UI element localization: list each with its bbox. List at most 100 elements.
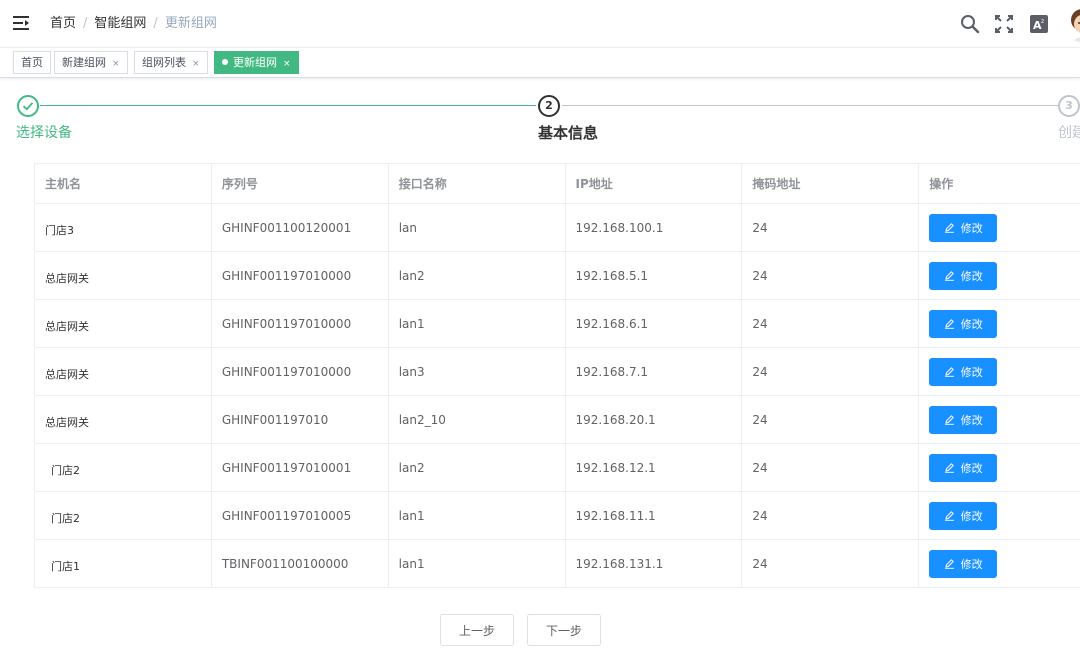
navbar: 首页 / 智能组网 / 更新组网 Az	[0, 0, 1080, 48]
step-2-icon: 2	[538, 95, 560, 117]
cell-action: 修改	[919, 540, 1080, 587]
cell-action: 修改	[919, 348, 1080, 395]
cell-ip: 192.168.12.1	[566, 444, 743, 491]
cell-hostname: 总店网关	[35, 300, 212, 347]
edit-icon	[944, 511, 954, 521]
tag-network-list[interactable]: 组网列表 ×	[134, 51, 208, 74]
edit-button[interactable]: 修改	[929, 213, 998, 242]
active-dot-icon	[222, 59, 228, 65]
edit-icon	[944, 271, 954, 281]
cell-hostname: 门店1	[35, 540, 212, 587]
table-row: 门店1 TBINF001100100000 lan1 192.168.131.1 24 修…	[35, 540, 1080, 588]
edit-button[interactable]: 修改	[929, 405, 998, 434]
edit-button-label: 修改	[960, 269, 983, 283]
table-row: 门店3 GHINF001100120001 lan 192.168.100.1 24 修改	[35, 204, 1080, 252]
edit-button-label: 修改	[960, 317, 983, 331]
edit-icon	[944, 415, 954, 425]
table-row: 总店网关 GHINF001197010000 lan2 192.168.5.1 24 修改	[35, 252, 1080, 300]
edit-button[interactable]: 修改	[929, 261, 998, 290]
cell-mask: 24	[742, 444, 920, 491]
edit-button[interactable]: 修改	[929, 357, 998, 386]
cell-mask: 24	[742, 492, 920, 539]
user-avatar[interactable]	[1064, 6, 1080, 42]
table-row: 门店2 GHINF001197010001 lan2 192.168.12.1 24 修改	[35, 444, 1080, 492]
cell-ip: 192.168.6.1	[566, 300, 743, 347]
step-line-1	[40, 105, 536, 106]
breadcrumb-home[interactable]: 首页	[50, 16, 76, 31]
step-line-2	[562, 105, 1058, 106]
svg-text:z: z	[1041, 18, 1044, 25]
cell-action: 修改	[919, 492, 1080, 539]
close-icon[interactable]: ×	[283, 59, 291, 69]
col-interface: 接口名称	[389, 164, 566, 203]
cell-ip: 192.168.131.1	[566, 540, 743, 587]
cell-serial: GHINF001197010001	[212, 444, 389, 491]
font-size-icon[interactable]: Az	[1029, 14, 1049, 34]
edit-button-label: 修改	[960, 461, 983, 475]
table-row: 总店网关 GHINF001197010000 lan3 192.168.7.1 24 修改	[35, 348, 1080, 396]
tag-create-network[interactable]: 新建组网 ×	[54, 51, 128, 74]
edit-button[interactable]: 修改	[929, 501, 998, 530]
cell-serial: GHINF001197010005	[212, 492, 389, 539]
edit-button[interactable]: 修改	[929, 549, 998, 578]
tag-home[interactable]: 首页	[13, 51, 51, 74]
edit-button-label: 修改	[960, 365, 983, 379]
prev-step-button[interactable]: 上一步	[440, 614, 514, 646]
edit-button-label: 修改	[960, 221, 983, 235]
cell-hostname: 门店3	[35, 204, 212, 251]
cell-action: 修改	[919, 444, 1080, 491]
tag-update-network[interactable]: 更新组网 ×	[214, 51, 299, 74]
cell-interface: lan1	[389, 492, 566, 539]
cell-serial: TBINF001100100000	[212, 540, 389, 587]
step-1-icon	[17, 95, 39, 117]
cell-mask: 24	[742, 252, 920, 299]
cell-hostname: 总店网关	[35, 396, 212, 443]
hamburger-icon[interactable]	[13, 16, 29, 30]
cell-serial: GHINF001100120001	[212, 204, 389, 251]
edit-icon	[944, 223, 954, 233]
step-2-title: 基本信息	[538, 124, 599, 142]
cell-serial: GHINF001197010000	[212, 252, 389, 299]
cell-serial: GHINF001197010	[212, 396, 389, 443]
col-mask: 掩码地址	[742, 164, 920, 203]
table-row: 总店网关 GHINF001197010000 lan1 192.168.6.1 24 修改	[35, 300, 1080, 348]
edit-icon	[944, 319, 954, 329]
cell-mask: 24	[742, 204, 920, 251]
edit-button-label: 修改	[960, 413, 983, 427]
edit-button[interactable]: 修改	[929, 453, 998, 482]
table-body: 门店3 GHINF001100120001 lan 192.168.100.1 24 修改…	[35, 204, 1080, 588]
cell-interface: lan2_10	[389, 396, 566, 443]
table-header: 主机名 序列号 接口名称 IP地址 掩码地址 操作	[35, 164, 1080, 204]
cell-action: 修改	[919, 252, 1080, 299]
edit-icon	[944, 367, 954, 377]
table-row: 总店网关 GHINF001197010 lan2_10 192.168.20.1 24 修…	[35, 396, 1080, 444]
cell-serial: GHINF001197010000	[212, 300, 389, 347]
step-1-title: 选择设备	[16, 125, 72, 141]
cell-ip: 192.168.11.1	[566, 492, 743, 539]
col-action: 操作	[919, 164, 1080, 203]
breadcrumb: 首页 / 智能组网 / 更新组网	[50, 16, 217, 31]
cell-action: 修改	[919, 300, 1080, 347]
close-icon[interactable]: ×	[192, 59, 200, 69]
network-table: 主机名 序列号 接口名称 IP地址 掩码地址 操作 门店3 GHINF001100…	[34, 163, 1080, 588]
cell-mask: 24	[742, 300, 920, 347]
cell-interface: lan	[389, 204, 566, 251]
search-icon[interactable]	[960, 14, 980, 34]
next-step-button[interactable]: 下一步	[527, 614, 601, 646]
table-row: 门店2 GHINF001197010005 lan1 192.168.11.1 24 修改	[35, 492, 1080, 540]
cell-action: 修改	[919, 204, 1080, 251]
cell-interface: lan1	[389, 540, 566, 587]
cell-interface: lan2	[389, 444, 566, 491]
cell-ip: 192.168.7.1	[566, 348, 743, 395]
breadcrumb-current: 更新组网	[164, 16, 217, 31]
close-icon[interactable]: ×	[112, 59, 120, 69]
edit-button-label: 修改	[960, 509, 983, 523]
cell-hostname: 总店网关	[35, 348, 212, 395]
fullscreen-icon[interactable]	[994, 14, 1014, 34]
col-hostname: 主机名	[35, 164, 212, 203]
breadcrumb-parent[interactable]: 智能组网	[94, 16, 146, 31]
col-serial: 序列号	[212, 164, 389, 203]
step-3-title: 创建	[1058, 125, 1080, 141]
cell-interface: lan3	[389, 348, 566, 395]
edit-button[interactable]: 修改	[929, 309, 998, 338]
